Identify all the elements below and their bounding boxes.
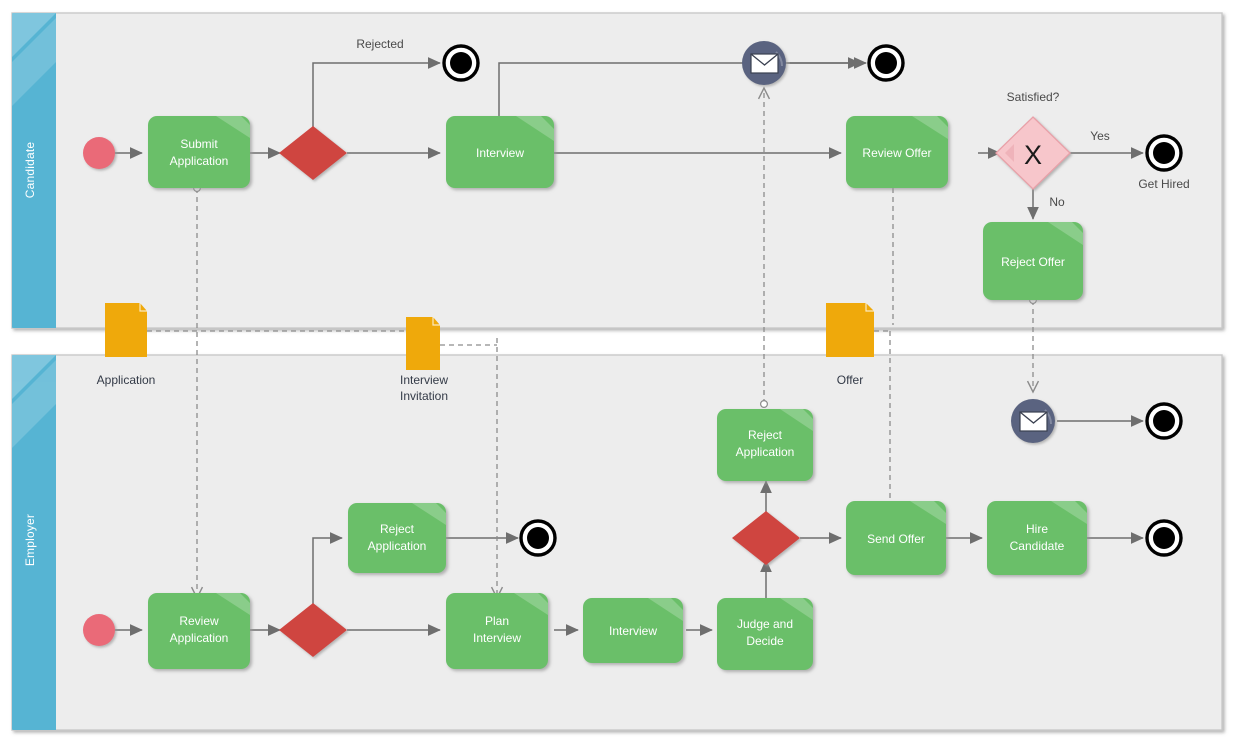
task-plan-interview[interactable]: Plan Interview xyxy=(446,593,548,669)
task-interview-candidate[interactable]: Interview xyxy=(446,116,554,188)
data-object-application[interactable]: Application xyxy=(97,303,156,387)
employer-start-event[interactable] xyxy=(83,614,115,646)
lane-label-employer: Employer xyxy=(23,514,37,566)
data-object-label: Offer xyxy=(837,373,863,387)
bpmn-diagram-canvas: Candidate Employer Submit Application In… xyxy=(0,0,1235,756)
task-label: Application xyxy=(736,445,795,459)
task-send-offer[interactable]: Send Offer xyxy=(846,501,946,575)
task-reject-application-top[interactable]: Reject Application xyxy=(348,503,446,573)
envelope-icon xyxy=(750,53,779,74)
gateway-label-satisfied: Satisfied? xyxy=(1007,90,1060,104)
task-label: Review Offer xyxy=(862,146,931,160)
task-label: Application xyxy=(170,154,229,168)
candidate-message-event[interactable] xyxy=(742,41,786,85)
employer-message-event[interactable] xyxy=(1011,399,1055,443)
task-label: Hire xyxy=(1026,522,1048,536)
task-interview-employer[interactable]: Interview xyxy=(583,598,683,663)
end-event-reject-application[interactable] xyxy=(519,519,557,557)
end-event-rejected[interactable] xyxy=(442,44,480,82)
end-event-offer-message[interactable] xyxy=(1145,402,1183,440)
end-event-hire-candidate[interactable] xyxy=(1145,519,1183,557)
task-label: Decide xyxy=(746,634,784,648)
task-label: Candidate xyxy=(1010,539,1065,553)
task-label: Interview xyxy=(609,624,657,638)
task-hire-candidate[interactable]: Hire Candidate xyxy=(987,501,1087,575)
task-judge-and-decide[interactable]: Judge and Decide xyxy=(717,598,813,670)
end-event-interview-message[interactable] xyxy=(867,44,905,82)
end-event-label-get-hired: Get Hired xyxy=(1138,177,1189,191)
task-label: Reject xyxy=(748,428,783,442)
envelope-icon xyxy=(1019,411,1048,432)
task-label: Reject xyxy=(380,522,415,536)
task-label: Review xyxy=(179,614,219,628)
candidate-start-event[interactable] xyxy=(83,137,115,169)
task-label: Application xyxy=(368,539,427,553)
lane-label-candidate: Candidate xyxy=(23,142,37,199)
task-label: Application xyxy=(170,631,229,645)
task-reject-offer[interactable]: Reject Offer xyxy=(983,222,1083,300)
gateway-x-symbol: X xyxy=(1024,140,1042,170)
task-submit-application[interactable]: Submit Application xyxy=(148,116,250,188)
flow-label-yes: Yes xyxy=(1090,129,1110,143)
task-label: Plan xyxy=(485,614,509,628)
task-label: Reject Offer xyxy=(1001,255,1065,269)
task-label: Submit xyxy=(180,137,218,151)
task-label: Send Offer xyxy=(867,532,925,546)
data-object-label: Application xyxy=(97,373,156,387)
flow-label-rejected: Rejected xyxy=(356,37,403,51)
data-object-label: Invitation xyxy=(400,389,448,403)
task-label: Judge and xyxy=(737,617,793,631)
data-object-label: Interview xyxy=(400,373,448,387)
task-review-offer[interactable]: Review Offer xyxy=(846,116,948,188)
task-review-application[interactable]: Review Application xyxy=(148,593,250,669)
task-reject-application-mid[interactable]: Reject Application xyxy=(717,409,813,481)
task-label: Interview xyxy=(476,146,524,160)
task-label: Interview xyxy=(473,631,521,645)
flow-label-no: No xyxy=(1049,195,1065,209)
